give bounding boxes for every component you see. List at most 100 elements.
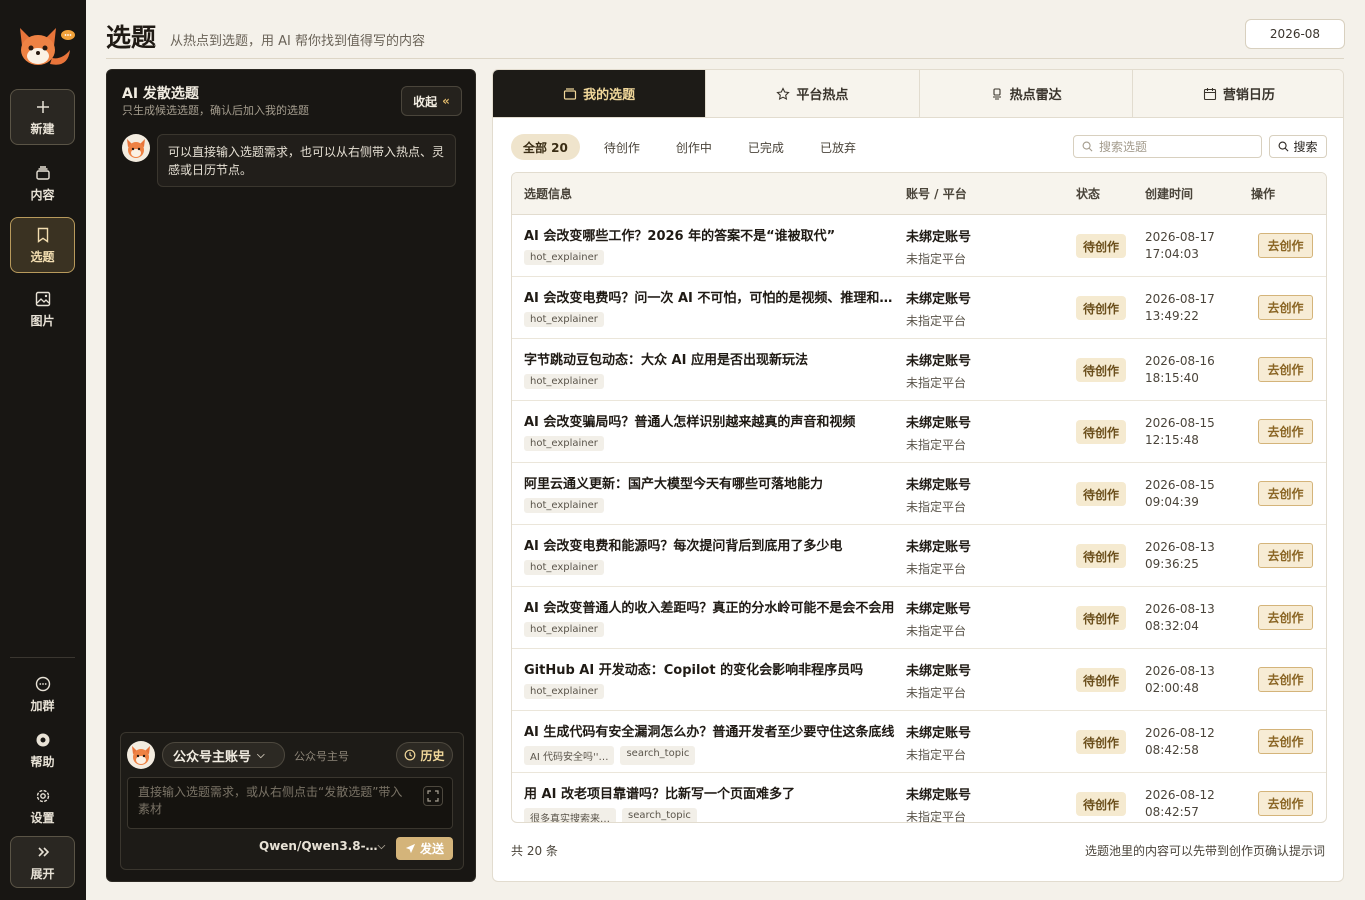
account-name: 未绑定账号	[906, 478, 972, 493]
topic-title[interactable]: AI 生成代码有安全漏洞怎么办？普通开发者至少要守住这条底线	[524, 721, 902, 740]
month-picker[interactable]: 2026-08	[1245, 19, 1345, 49]
topic-info: 用 AI 改老项目靠谱吗？比新写一个页面难多了 很多真实搜索来… search_t…	[524, 783, 902, 822]
collapse-button[interactable]: 收起 «	[401, 86, 462, 116]
table-row[interactable]: 字节跳动豆包动态：大众 AI 应用是否出现新玩法 hot_explainer 未…	[512, 339, 1326, 401]
assistant-message: 可以直接输入选题需求，也可以从右侧带入热点、灵感或日历节点。	[157, 134, 456, 187]
go-create-button[interactable]: 去创作	[1258, 543, 1313, 568]
go-create-button[interactable]: 去创作	[1258, 605, 1313, 630]
filter-all[interactable]: 全部 20	[511, 134, 580, 160]
filter-done[interactable]: 已完成	[736, 134, 796, 160]
created-date: 2026-08-16	[1145, 354, 1215, 368]
filter-abandoned[interactable]: 已放弃	[808, 134, 868, 160]
account-name: 公众号主账号	[173, 749, 252, 765]
header-action: 操作	[1251, 187, 1276, 201]
star-icon	[776, 86, 791, 100]
tab-hot-radar[interactable]: 热点雷达	[920, 70, 1133, 117]
table-row[interactable]: AI 会改变哪些工作？2026 年的答案不是“谁被取代” hot_explain…	[512, 215, 1326, 277]
settings-button[interactable]: 设置	[10, 778, 75, 834]
topic-title[interactable]: 阿里云通义更新：国产大模型今天有哪些可落地能力	[524, 473, 902, 492]
created-date: 2026-08-13	[1145, 664, 1215, 678]
table-row[interactable]: AI 会改变骗局吗？普通人怎样识别越来越真的声音和视频 hot_explaine…	[512, 401, 1326, 463]
new-button[interactable]: 新建	[10, 89, 75, 145]
tab-label: 热点雷达	[1009, 88, 1062, 103]
go-create-button[interactable]: 去创作	[1258, 481, 1313, 506]
topic-tag: hot_explainer	[524, 560, 604, 575]
expand-sidebar-button[interactable]: 展开	[10, 836, 75, 888]
go-create-button[interactable]: 去创作	[1258, 295, 1313, 320]
sidebar-item-images[interactable]: 图片	[10, 281, 75, 337]
tab-my-topics[interactable]: 我的选题	[493, 70, 707, 117]
topics-table: 选题信息 账号 / 平台 状态 创建时间 操作 AI 会改变哪些工作？2026 …	[511, 172, 1327, 823]
created-date: 2026-08-12	[1145, 788, 1215, 802]
send-button[interactable]: 发送	[396, 837, 453, 860]
topic-title[interactable]: AI 会改变电费和能源吗？每次提问背后到底用了多少电	[524, 535, 902, 554]
gear-icon	[36, 789, 49, 802]
account-platform: 未绑定账号 未指定平台	[906, 598, 971, 639]
created-clock: 02:00:48	[1145, 681, 1199, 695]
join-group-button[interactable]: 加群	[10, 666, 75, 722]
topic-title[interactable]: GitHub AI 开发动态：Copilot 的变化会影响非程序员吗	[524, 659, 902, 678]
filter-pending[interactable]: 待创作	[592, 134, 652, 160]
search-input[interactable]: 搜索选题	[1073, 135, 1262, 158]
topic-title[interactable]: AI 会改变电费吗？问一次 AI 不可怕，可怕的是视频、推理和智…	[524, 287, 902, 306]
created-date: 2026-08-13	[1145, 540, 1215, 554]
table-row[interactable]: 用 AI 改老项目靠谱吗？比新写一个页面难多了 很多真实搜索来… search_t…	[512, 773, 1326, 822]
stack-icon	[35, 165, 50, 180]
go-create-button[interactable]: 去创作	[1258, 419, 1313, 444]
tab-platform-hot[interactable]: 平台热点	[706, 70, 920, 117]
topic-title[interactable]: 字节跳动豆包动态：大众 AI 应用是否出现新玩法	[524, 349, 902, 368]
go-create-button[interactable]: 去创作	[1258, 667, 1313, 692]
topic-title[interactable]: 用 AI 改老项目靠谱吗？比新写一个页面难多了	[524, 783, 902, 802]
created-clock: 08:42:58	[1145, 743, 1199, 757]
table-row[interactable]: AI 会改变电费和能源吗？每次提问背后到底用了多少电 hot_explainer…	[512, 525, 1326, 587]
created-time: 2026-08-13 02:00:48	[1145, 663, 1215, 697]
help-button[interactable]: 帮助	[10, 722, 75, 778]
search-button[interactable]: 搜索	[1269, 135, 1327, 158]
status-badge: 待创作	[1076, 420, 1126, 444]
go-create-button[interactable]: 去创作	[1258, 357, 1313, 382]
topic-title[interactable]: AI 会改变哪些工作？2026 年的答案不是“谁被取代”	[524, 225, 902, 244]
history-button[interactable]: 历史	[396, 742, 453, 768]
account-type: 公众号主号	[294, 750, 349, 763]
topic-title[interactable]: AI 会改变普通人的收入差距吗？真正的分水岭可能不是会不会用	[524, 597, 902, 616]
go-create-button[interactable]: 去创作	[1258, 233, 1313, 258]
topic-tags: hot_explainer	[524, 250, 902, 265]
tab-bar: 我的选题 平台热点 热点雷达 营销日历	[493, 70, 1343, 118]
topic-title[interactable]: AI 会改变骗局吗？普通人怎样识别越来越真的声音和视频	[524, 411, 902, 430]
table-row[interactable]: 阿里云通义更新：国产大模型今天有哪些可落地能力 hot_explainer 未绑…	[512, 463, 1326, 525]
tab-marketing-calendar[interactable]: 营销日历	[1133, 70, 1343, 117]
page-title: 选题	[106, 23, 157, 52]
sidebar-item-label: 帮助	[30, 754, 55, 769]
lifebuoy-icon	[36, 733, 49, 746]
header-divider	[106, 58, 1344, 59]
account-platform: 未绑定账号 未指定平台	[906, 474, 971, 515]
topic-tag: search_topic	[620, 746, 696, 765]
topic-tags: hot_explainer	[524, 312, 902, 327]
sidebar-item-content[interactable]: 内容	[10, 155, 75, 211]
go-create-button[interactable]: 去创作	[1258, 791, 1313, 816]
account-name: 未绑定账号	[906, 354, 972, 369]
sidebar-item-label: 设置	[30, 810, 55, 825]
search-placeholder: 搜索选题	[1099, 140, 1148, 154]
table-row[interactable]: AI 生成代码有安全漏洞怎么办？普通开发者至少要守住这条底线 AI 代码安全吗'…	[512, 711, 1326, 773]
account-selector[interactable]: 公众号主账号 ⌵	[162, 742, 285, 768]
sidebar-item-topics[interactable]: 选题	[10, 217, 75, 273]
filter-in-progress[interactable]: 创作中	[664, 134, 724, 160]
table-row[interactable]: GitHub AI 开发动态：Copilot 的变化会影响非程序员吗 hot_e…	[512, 649, 1326, 711]
header-status: 状态	[1076, 187, 1101, 201]
topic-info: 阿里云通义更新：国产大模型今天有哪些可落地能力 hot_explainer	[524, 473, 902, 513]
fullscreen-icon[interactable]	[423, 786, 443, 806]
model-selector[interactable]: Qwen/Qwen3.8-… ⌵	[259, 839, 385, 853]
table-row[interactable]: AI 会改变电费吗？问一次 AI 不可怕，可怕的是视频、推理和智… hot_ex…	[512, 277, 1326, 339]
topic-info: AI 会改变骗局吗？普通人怎样识别越来越真的声音和视频 hot_explaine…	[524, 411, 902, 451]
account-name: 未绑定账号	[906, 788, 972, 803]
topic-request-input[interactable]: 直接输入选题需求，或从右侧点击“发散选题”带入素材	[127, 777, 453, 829]
created-date: 2026-08-15	[1145, 478, 1215, 492]
fox-logo	[10, 20, 76, 74]
created-date: 2026-08-17	[1145, 292, 1215, 306]
account-name: 未绑定账号	[906, 664, 972, 679]
go-create-button[interactable]: 去创作	[1258, 729, 1313, 754]
table-row[interactable]: AI 会改变普通人的收入差距吗？真正的分水岭可能不是会不会用 hot_expla…	[512, 587, 1326, 649]
sidebar-item-label: 展开	[30, 866, 55, 881]
ai-panel-subtitle: 只生成候选选题，确认后加入我的选题	[122, 104, 309, 117]
